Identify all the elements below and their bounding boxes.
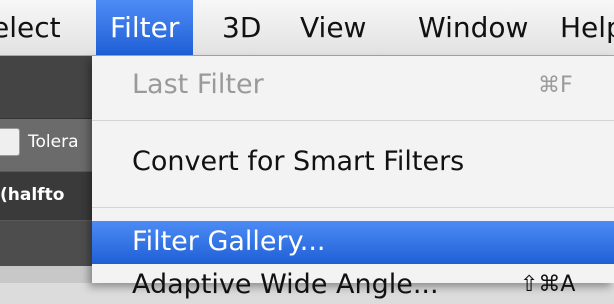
menu-window[interactable]: Window bbox=[418, 0, 528, 55]
filter-menu-dropdown: Last Filter ⌘F Convert for Smart Filters… bbox=[92, 56, 614, 300]
document-tab-title: (halfto bbox=[0, 185, 65, 205]
tolerance-label: Tolera bbox=[28, 132, 79, 152]
menu-3d[interactable]: 3D bbox=[222, 0, 261, 55]
last-filter-shortcut: ⌘F bbox=[538, 73, 573, 98]
panel-strip bbox=[0, 56, 92, 119]
menu-select[interactable]: elect bbox=[0, 0, 61, 55]
menu-item-convert-smart-filters[interactable]: Convert for Smart Filters bbox=[92, 128, 614, 198]
menu-item-filter-gallery[interactable]: Filter Gallery... bbox=[92, 221, 614, 264]
menu-separator bbox=[92, 207, 614, 208]
menu-view[interactable]: View bbox=[300, 0, 366, 55]
adaptive-wide-angle-shortcut: ⇧⌘A bbox=[520, 272, 576, 297]
menu-filter[interactable]: Filter bbox=[96, 0, 194, 55]
menu-bar: elect Filter 3D View Window Help bbox=[0, 0, 614, 56]
menu-item-last-filter[interactable]: Last Filter ⌘F bbox=[92, 56, 614, 114]
filter-gallery-label: Filter Gallery... bbox=[132, 226, 326, 257]
panel-strip-lower bbox=[0, 221, 92, 266]
convert-smart-filters-label: Convert for Smart Filters bbox=[132, 146, 465, 177]
adaptive-wide-angle-label: Adaptive Wide Angle... bbox=[132, 269, 439, 300]
anti-alias-checkbox[interactable] bbox=[0, 128, 20, 156]
last-filter-label: Last Filter bbox=[132, 69, 264, 100]
options-panel: Tolera (halfto bbox=[0, 56, 92, 266]
menu-item-adaptive-wide-angle[interactable]: Adaptive Wide Angle... ⇧⌘A bbox=[92, 264, 614, 304]
canvas-area bbox=[0, 266, 92, 283]
menu-help[interactable]: Help bbox=[560, 0, 614, 55]
menu-separator bbox=[92, 120, 614, 121]
